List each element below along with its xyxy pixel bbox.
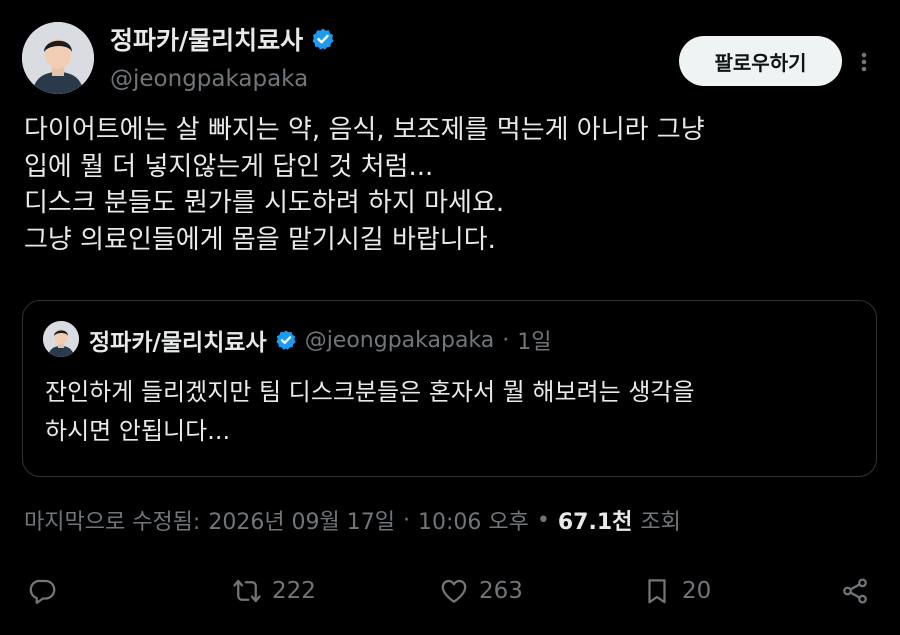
tweet-text-line: 디스크 분들도 뭔가를 시도하려 하지 마세요.	[24, 188, 505, 218]
views-label: 조회	[640, 510, 681, 535]
bookmark-icon	[648, 579, 666, 604]
quoted-author-avatar[interactable]	[43, 321, 79, 357]
verified-badge-icon	[275, 329, 297, 351]
author-display-name[interactable]: 정파카/물리치료사	[110, 21, 303, 57]
reply-icon	[29, 579, 56, 604]
share-button[interactable]	[840, 566, 870, 616]
retweet-count: 222	[272, 578, 316, 604]
verified-badge-icon	[311, 27, 335, 51]
edited-label[interactable]: 마지막으로 수정됨:	[24, 504, 200, 536]
quoted-author-display-name[interactable]: 정파카/물리치료사	[89, 323, 267, 357]
quoted-tweet-card[interactable]: 정파카/물리치료사 @jeongpakapaka · 1일 잔인하게 들리겠지만…	[22, 300, 877, 477]
heart-icon	[441, 579, 467, 603]
retweet-button[interactable]: 222	[232, 566, 316, 616]
share-icon	[843, 578, 867, 604]
tweet-text-line: 입에 뭘 더 넣지않는게 답인 것 처럼...	[24, 151, 434, 182]
quoted-tweet-text: 잔인하게 들리겠지만 팀 디스크분들은 혼자서 뭘 해보려는 생각을 하시면 안…	[45, 373, 865, 451]
views-count[interactable]: 67.1천	[558, 504, 633, 536]
author-name-row: 정파카/물리치료사	[110, 22, 335, 56]
tweet-text: 다이어트에는 살 빠지는 약, 음식, 보조제를 먹는게 아니라 그냥 입에 뭘…	[24, 112, 884, 258]
meta-bullet: •	[536, 507, 550, 533]
bookmark-button[interactable]: 20	[642, 566, 711, 616]
tweet-meta: 마지막으로 수정됨: 2026년 09월 17일 · 10:06 오후 • 67…	[24, 503, 681, 537]
quoted-text-line: 잔인하게 들리겠지만 팀 디스크분들은 혼자서 뭘 해보려는 생각을	[45, 378, 695, 406]
quoted-timestamp[interactable]: 1일	[517, 324, 551, 356]
tweet-time[interactable]: 10:06 오후	[418, 504, 529, 536]
like-count: 263	[479, 578, 523, 604]
quoted-text-line: 하시면 안됩니다...	[45, 417, 231, 445]
author-avatar[interactable]	[22, 22, 94, 94]
tweet-date[interactable]: 2026년 09월 17일	[208, 504, 395, 536]
quoted-tweet-header: 정파카/물리치료사 @jeongpakapaka · 1일	[89, 322, 552, 358]
more-vertical-icon	[861, 52, 867, 72]
avatar-photo	[43, 321, 79, 357]
bookmark-count: 20	[682, 578, 712, 604]
avatar-photo	[22, 22, 94, 94]
author-handle[interactable]: @jeongpakapaka	[110, 66, 308, 92]
quoted-separator: ·	[502, 327, 510, 353]
tweet-text-line: 그냥 의료인들에게 몸을 맡기시길 바랍니다.	[24, 224, 496, 255]
meta-separator: ·	[403, 507, 411, 533]
tweet-text-line: 다이어트에는 살 빠지는 약, 음식, 보조제를 먹는게 아니라 그냥	[24, 115, 705, 145]
action-bar: 222 263 20	[0, 566, 900, 616]
reply-button[interactable]	[28, 566, 58, 616]
like-button[interactable]: 263	[439, 566, 523, 616]
more-options-button[interactable]	[855, 46, 873, 78]
quoted-author-handle[interactable]: @jeongpakapaka	[305, 328, 495, 353]
retweet-icon	[233, 579, 261, 603]
follow-button[interactable]: 팔로우하기	[679, 36, 842, 86]
